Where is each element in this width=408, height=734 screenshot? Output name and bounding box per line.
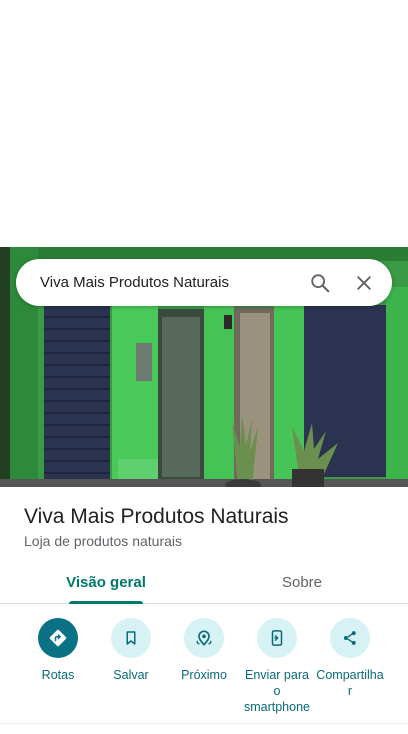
nearby-label: Próximo: [181, 668, 227, 682]
place-details-screen: Viva Mais Produtos Naturais Viva Mais Pr…: [0, 0, 408, 734]
tab-bar: Visão geral Sobre: [0, 560, 408, 604]
directions-label: Rotas: [41, 668, 75, 682]
share-label: Compartilha r: [316, 668, 384, 698]
nearby-button[interactable]: Próximo: [164, 618, 244, 683]
save-label: Salvar: [113, 668, 149, 682]
send-to-phone-button[interactable]: Enviar para o smartphone: [237, 618, 317, 715]
share-icon: [343, 631, 356, 645]
save-button[interactable]: Salvar: [91, 618, 171, 683]
send-to-phone-icon: [271, 630, 283, 646]
tab-about[interactable]: Sobre: [252, 560, 352, 604]
search-button[interactable]: [298, 261, 342, 305]
clear-search-button[interactable]: [342, 261, 386, 305]
active-tab-indicator: [69, 601, 143, 604]
close-icon: [357, 275, 371, 290]
action-buttons: Rotas Salvar Próximo Enviar para o smart…: [0, 618, 408, 724]
save-circle: [111, 618, 151, 658]
share-circle: [330, 618, 370, 658]
share-button[interactable]: Compartilha r: [310, 618, 390, 699]
directions-icon: [49, 629, 67, 647]
send-to-phone-label: Enviar para o smartphone: [243, 668, 310, 714]
tab-overview[interactable]: Visão geral: [60, 560, 152, 604]
directions-button[interactable]: Rotas: [18, 618, 98, 683]
divider: [0, 723, 408, 724]
place-category: Loja de produtos naturais: [24, 533, 182, 549]
nearby-icon: [196, 630, 212, 646]
search-bar[interactable]: Viva Mais Produtos Naturais: [16, 259, 392, 306]
place-title: Viva Mais Produtos Naturais: [24, 505, 289, 528]
send-to-phone-circle: [257, 618, 297, 658]
nearby-circle: [184, 618, 224, 658]
search-icon: [311, 273, 330, 292]
directions-circle: [38, 618, 78, 658]
search-input[interactable]: Viva Mais Produtos Naturais: [16, 274, 298, 291]
bookmark-icon: [126, 631, 136, 645]
